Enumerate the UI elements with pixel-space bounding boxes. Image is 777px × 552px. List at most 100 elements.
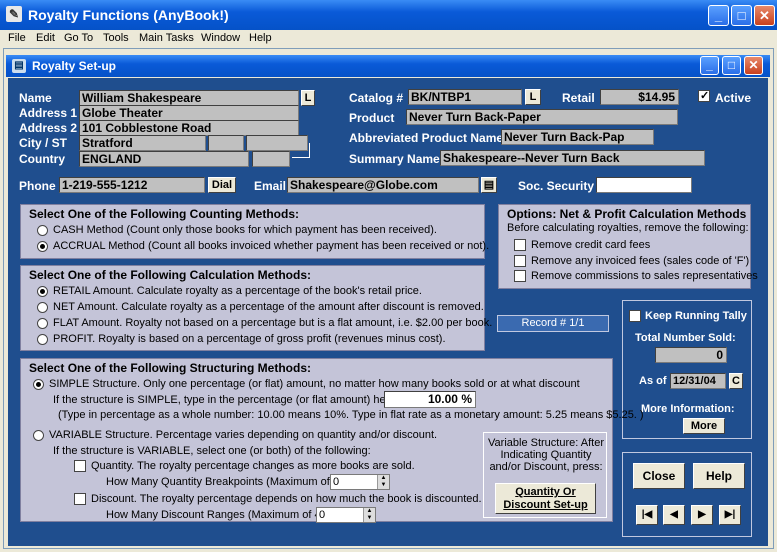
- options-title: Options: Net & Profit Calculation Method…: [507, 207, 747, 221]
- address1-field[interactable]: Globe Theater: [79, 105, 299, 121]
- structuring-title: Select One of the Following Structuring …: [29, 361, 311, 375]
- close-icon[interactable]: ✕: [754, 5, 775, 26]
- next-record-icon[interactable]: ▶: [691, 505, 713, 525]
- email-compose-icon[interactable]: ▤: [481, 177, 497, 193]
- as-of-field[interactable]: 12/31/04: [670, 373, 726, 389]
- menu-tools[interactable]: Tools: [103, 32, 129, 44]
- menu-bar: File Edit Go To Tools Main Tasks Window …: [0, 30, 777, 48]
- active-label: Active: [715, 91, 752, 105]
- profit-radio[interactable]: [37, 334, 48, 345]
- spinner-arrows-icon[interactable]: ▲ ▼: [363, 508, 375, 522]
- abbrev-field[interactable]: Never Turn Back-Pap: [501, 129, 654, 145]
- last-record-icon[interactable]: ▶|: [719, 505, 741, 525]
- spinner-arrows-icon[interactable]: ▲ ▼: [377, 475, 389, 489]
- net-radio[interactable]: [37, 302, 48, 313]
- menu-file[interactable]: File: [8, 32, 26, 44]
- close-button[interactable]: Close: [633, 463, 685, 489]
- discount-checkbox[interactable]: [74, 493, 86, 505]
- state-field[interactable]: [208, 135, 244, 151]
- simple-hint: If the structure is SIMPLE, type in the …: [53, 394, 416, 406]
- maximize-icon[interactable]: □: [731, 5, 752, 26]
- catalog-lookup-button[interactable]: L: [525, 89, 541, 105]
- country-field[interactable]: ENGLAND: [79, 151, 249, 167]
- child-minimize-icon[interactable]: _: [700, 56, 719, 75]
- quantity-label: Quantity. The royalty percentage changes…: [91, 460, 415, 472]
- quantity-discount-setup-button[interactable]: Quantity Or Discount Set-up: [495, 483, 596, 514]
- child-title: Royalty Set-up: [32, 59, 117, 73]
- simple-note: (Type in percentage as a whole number: 1…: [58, 409, 644, 421]
- accrual-radio[interactable]: [37, 241, 48, 252]
- variable-label: VARIABLE Structure. Percentage varies de…: [49, 429, 438, 441]
- quantity-checkbox[interactable]: [74, 460, 86, 472]
- app-title-bar: ✎ Royalty Functions (AnyBook!) _ □ ✕: [0, 0, 777, 30]
- counting-title: Select One of the Following Counting Met…: [29, 207, 299, 221]
- quantity-breakpoints-stepper[interactable]: 0 ▲ ▼: [330, 474, 390, 490]
- retail-radio[interactable]: [37, 286, 48, 297]
- percent-input[interactable]: 10.00 %: [384, 391, 476, 408]
- menu-help[interactable]: Help: [249, 32, 272, 44]
- summary-label: Summary Name: [349, 152, 440, 166]
- discount-label: Discount. The royalty percentage depends…: [91, 493, 482, 505]
- discount-ranges-label: How Many Discount Ranges (Maximum of 4):: [106, 509, 328, 521]
- dial-button[interactable]: Dial: [208, 177, 236, 193]
- menu-window[interactable]: Window: [201, 32, 240, 44]
- commissions-label: Remove commissions to sales representati…: [531, 270, 758, 282]
- address2-field[interactable]: 101 Cobblestone Road: [79, 120, 299, 136]
- catalog-field[interactable]: BK/NTBP1: [408, 89, 522, 105]
- country-code-field[interactable]: [252, 151, 290, 167]
- phone-field[interactable]: 1-219-555-1212: [59, 177, 205, 193]
- name-field[interactable]: William Shakespeare: [79, 90, 299, 106]
- child-maximize-icon[interactable]: □: [722, 56, 741, 75]
- invoiced-fees-checkbox[interactable]: [514, 255, 526, 267]
- profit-method-label: PROFIT. Royalty is based on a percentage…: [53, 333, 446, 345]
- calendar-button[interactable]: C: [729, 373, 743, 389]
- ssn-field[interactable]: [596, 177, 692, 193]
- summary-field[interactable]: Shakespeare--Never Turn Back: [440, 150, 705, 166]
- menu-main-tasks[interactable]: Main Tasks: [139, 32, 194, 44]
- net-method-label: NET Amount. Calculate royalty as a perce…: [53, 301, 484, 313]
- ssn-label: Soc. Security: [518, 179, 595, 193]
- variable-radio[interactable]: [33, 430, 44, 441]
- more-button[interactable]: More: [683, 418, 725, 434]
- child-close-icon[interactable]: ✕: [744, 56, 763, 75]
- keep-tally-label: Keep Running Tally: [645, 310, 747, 322]
- catalog-label: Catalog #: [349, 91, 404, 105]
- minimize-icon[interactable]: _: [708, 5, 729, 26]
- retail-label: Retail: [562, 91, 595, 105]
- cash-label: CASH Method (Count only those books for …: [53, 224, 437, 236]
- discount-ranges-stepper[interactable]: 0 ▲ ▼: [316, 507, 376, 523]
- simple-radio[interactable]: [33, 379, 44, 390]
- menu-goto[interactable]: Go To: [64, 32, 93, 44]
- help-button[interactable]: Help: [693, 463, 745, 489]
- variable-structure-box: Variable Structure: After Indicating Qua…: [483, 432, 607, 518]
- invoiced-fees-label: Remove any invoiced fees (sales code of …: [531, 255, 750, 267]
- keep-tally-checkbox[interactable]: [629, 310, 641, 322]
- cash-radio[interactable]: [37, 225, 48, 236]
- total-sold-field[interactable]: 0: [655, 347, 727, 363]
- retail-field[interactable]: $14.95: [600, 89, 679, 105]
- credit-card-fees-checkbox[interactable]: [514, 239, 526, 251]
- author-lookup-button[interactable]: L: [301, 90, 315, 106]
- first-record-icon[interactable]: |◀: [636, 505, 658, 525]
- child-title-bar: ▤ Royalty Set-up _ □ ✕: [6, 55, 770, 77]
- country-label: Country: [19, 152, 65, 166]
- simple-label: SIMPLE Structure. Only one percentage (o…: [49, 378, 580, 390]
- form-icon: ▤: [12, 59, 26, 73]
- flat-method-label: FLAT Amount. Royalty not based on a perc…: [53, 317, 493, 329]
- commissions-checkbox[interactable]: [514, 270, 526, 282]
- total-sold-label: Total Number Sold:: [635, 332, 736, 344]
- city-field[interactable]: Stratford: [79, 135, 206, 151]
- discount-ranges-value: 0: [319, 509, 326, 521]
- email-field[interactable]: Shakespeare@Globe.com: [287, 177, 479, 193]
- flat-radio[interactable]: [37, 318, 48, 329]
- active-checkbox[interactable]: [698, 89, 710, 102]
- options-intro: Before calculating royalties, remove the…: [507, 222, 749, 234]
- menu-edit[interactable]: Edit: [36, 32, 55, 44]
- phone-label: Phone: [19, 179, 56, 193]
- calculation-methods-group: Select One of the Following Calculation …: [20, 265, 492, 351]
- product-label: Product: [349, 111, 395, 125]
- product-field[interactable]: Never Turn Back-Paper: [406, 109, 678, 125]
- address-bracket: [292, 143, 310, 158]
- previous-record-icon[interactable]: ◀: [663, 505, 685, 525]
- net-profit-options-group: Options: Net & Profit Calculation Method…: [498, 204, 758, 289]
